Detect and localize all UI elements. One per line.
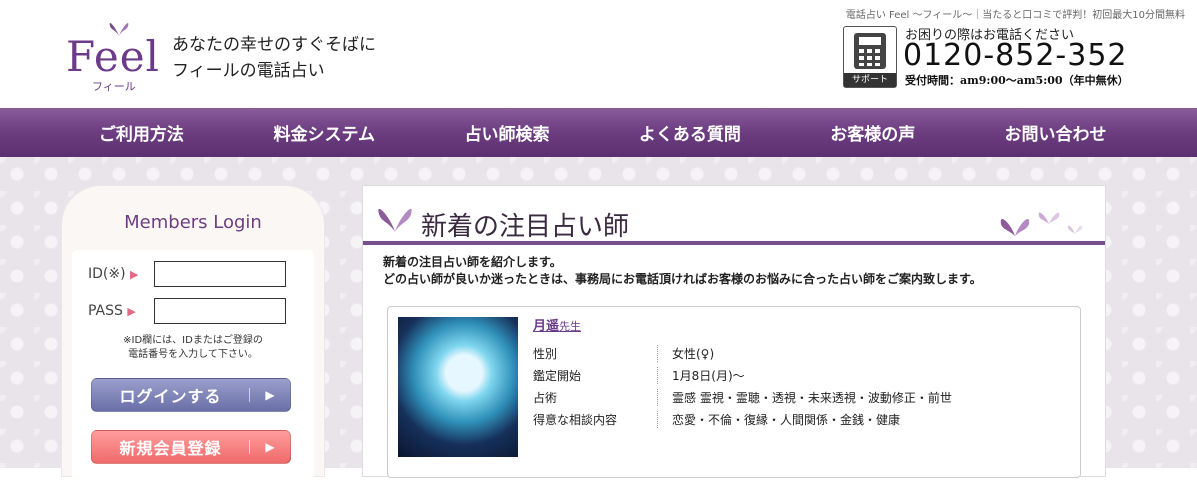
fortune-teller-photo[interactable] xyxy=(398,317,518,457)
support-phone-badge: サポート xyxy=(843,26,897,88)
phone-number[interactable]: 0120-852-352 xyxy=(903,38,1128,73)
profile-value: 1月8日(月)～ xyxy=(672,369,745,383)
pass-label-text: PASS xyxy=(88,303,123,319)
fortune-teller-card[interactable]: 月遥先生 性別 女性(♀) 鑑定開始 1月8日(月)～ 占術 霊感 霊視・霊聴・透視・… xyxy=(387,306,1081,478)
login-button-label: ログインする xyxy=(119,387,222,406)
password-input[interactable] xyxy=(154,298,286,324)
profile-key: 得意な相談内容 xyxy=(533,411,658,428)
logo-text: Feel xyxy=(66,32,160,81)
profile-row: 性別 女性(♀) xyxy=(533,345,714,362)
nav-item-testimonials[interactable]: お客様の声 xyxy=(781,108,964,157)
arrow-right-icon: ▶ xyxy=(130,268,139,281)
telephone-icon xyxy=(854,33,886,69)
top-note: 電話占い Feel ～フィール～｜当たると口コミで評判！初回最大10分間無料 xyxy=(845,10,1185,21)
tagline: あなたの幸せのすぐそばに フィールの電話占い xyxy=(172,32,376,84)
fortune-teller-name-link[interactable]: 月遥先生 xyxy=(533,315,581,334)
profile-value: 女性(♀) xyxy=(672,347,715,361)
login-note-line-2: 電話番号を入力して下さい。 xyxy=(128,349,258,360)
id-label: ID(※) ▶ xyxy=(88,266,139,282)
register-button-label: 新規会員登録 xyxy=(119,439,222,458)
butterfly-icon xyxy=(378,208,412,232)
profile-row: 得意な相談内容 恋愛・不倫・復縁・人間関係・金銭・健康 xyxy=(533,411,900,428)
fortune-teller-name: 月遥 xyxy=(533,319,560,334)
login-note: ※ID欄には、IDまたはご登録の 電話番号を入力して下さい。 xyxy=(62,334,324,362)
profile-key: 鑑定開始 xyxy=(533,367,658,384)
nav-item-contact[interactable]: お問い合わせ xyxy=(964,108,1197,157)
chevron-right-icon: ▶ xyxy=(249,388,290,402)
profile-row: 鑑定開始 1月8日(月)～ xyxy=(533,367,745,384)
nav-item-usage[interactable]: ご利用方法 xyxy=(0,108,233,157)
login-note-line-1: ※ID欄には、IDまたはご登録の xyxy=(123,335,263,346)
intro-line-2: どの占い師が良いか迷ったときは、事務局にお電話頂ければお客様のお悩みに合った占い… xyxy=(383,272,982,286)
main-nav: ご利用方法 料金システム 占い師検索 よくある質問 お客様の声 お問い合わせ xyxy=(0,108,1197,157)
tagline-line-1: あなたの幸せのすぐそばに xyxy=(172,35,376,55)
nav-item-faq[interactable]: よくある質問 xyxy=(598,108,781,157)
nav-item-fortune-teller-search[interactable]: 占い師検索 xyxy=(416,108,599,157)
new-fortune-tellers-section: 新着の注目占い師 新着の注目占い師を紹介します。 どの占い師が良いか迷ったときは… xyxy=(362,185,1106,478)
profile-value: 霊感 霊視・霊聴・透視・未来透視・波動修正・前世 xyxy=(672,391,952,405)
id-input[interactable] xyxy=(154,261,286,287)
profile-row: 占術 霊感 霊視・霊聴・透視・未来透視・波動修正・前世 xyxy=(533,389,952,406)
tagline-line-2: フィールの電話占い xyxy=(172,61,325,81)
butterflies-decoration-icon xyxy=(1000,212,1083,236)
section-intro: 新着の注目占い師を紹介します。 どの占い師が良いか迷ったときは、事務局にお電話頂… xyxy=(383,254,982,288)
intro-line-1: 新着の注目占い師を紹介します。 xyxy=(383,255,562,269)
login-button[interactable]: ログインする ▶ xyxy=(91,378,291,412)
site-logo[interactable]: Feel フィール xyxy=(66,16,159,96)
business-hours: 受付時間：am9:00～am5:00（年中無休） xyxy=(905,74,1129,87)
profile-value: 恋愛・不倫・復縁・人間関係・金銭・健康 xyxy=(672,413,901,427)
nav-item-pricing[interactable]: 料金システム xyxy=(233,108,416,157)
login-title: Members Login xyxy=(124,212,262,233)
site-header: Feel フィール あなたの幸せのすぐそばに フィールの電話占い 電話占い Fe… xyxy=(0,0,1197,108)
fortune-teller-name-suffix: 先生 xyxy=(559,320,582,333)
section-title: 新着の注目占い師 xyxy=(421,212,630,242)
profile-key: 性別 xyxy=(533,345,658,362)
profile-key: 占術 xyxy=(533,389,658,406)
pass-label: PASS ▶ xyxy=(88,303,136,319)
title-divider xyxy=(363,241,1105,245)
arrow-right-icon: ▶ xyxy=(127,305,136,318)
support-label: サポート xyxy=(844,73,896,87)
register-button[interactable]: 新規会員登録 ▶ xyxy=(91,430,291,464)
id-label-text: ID(※) xyxy=(88,266,126,282)
chevron-right-icon: ▶ xyxy=(249,440,290,454)
logo-subtext: フィール xyxy=(92,80,136,93)
